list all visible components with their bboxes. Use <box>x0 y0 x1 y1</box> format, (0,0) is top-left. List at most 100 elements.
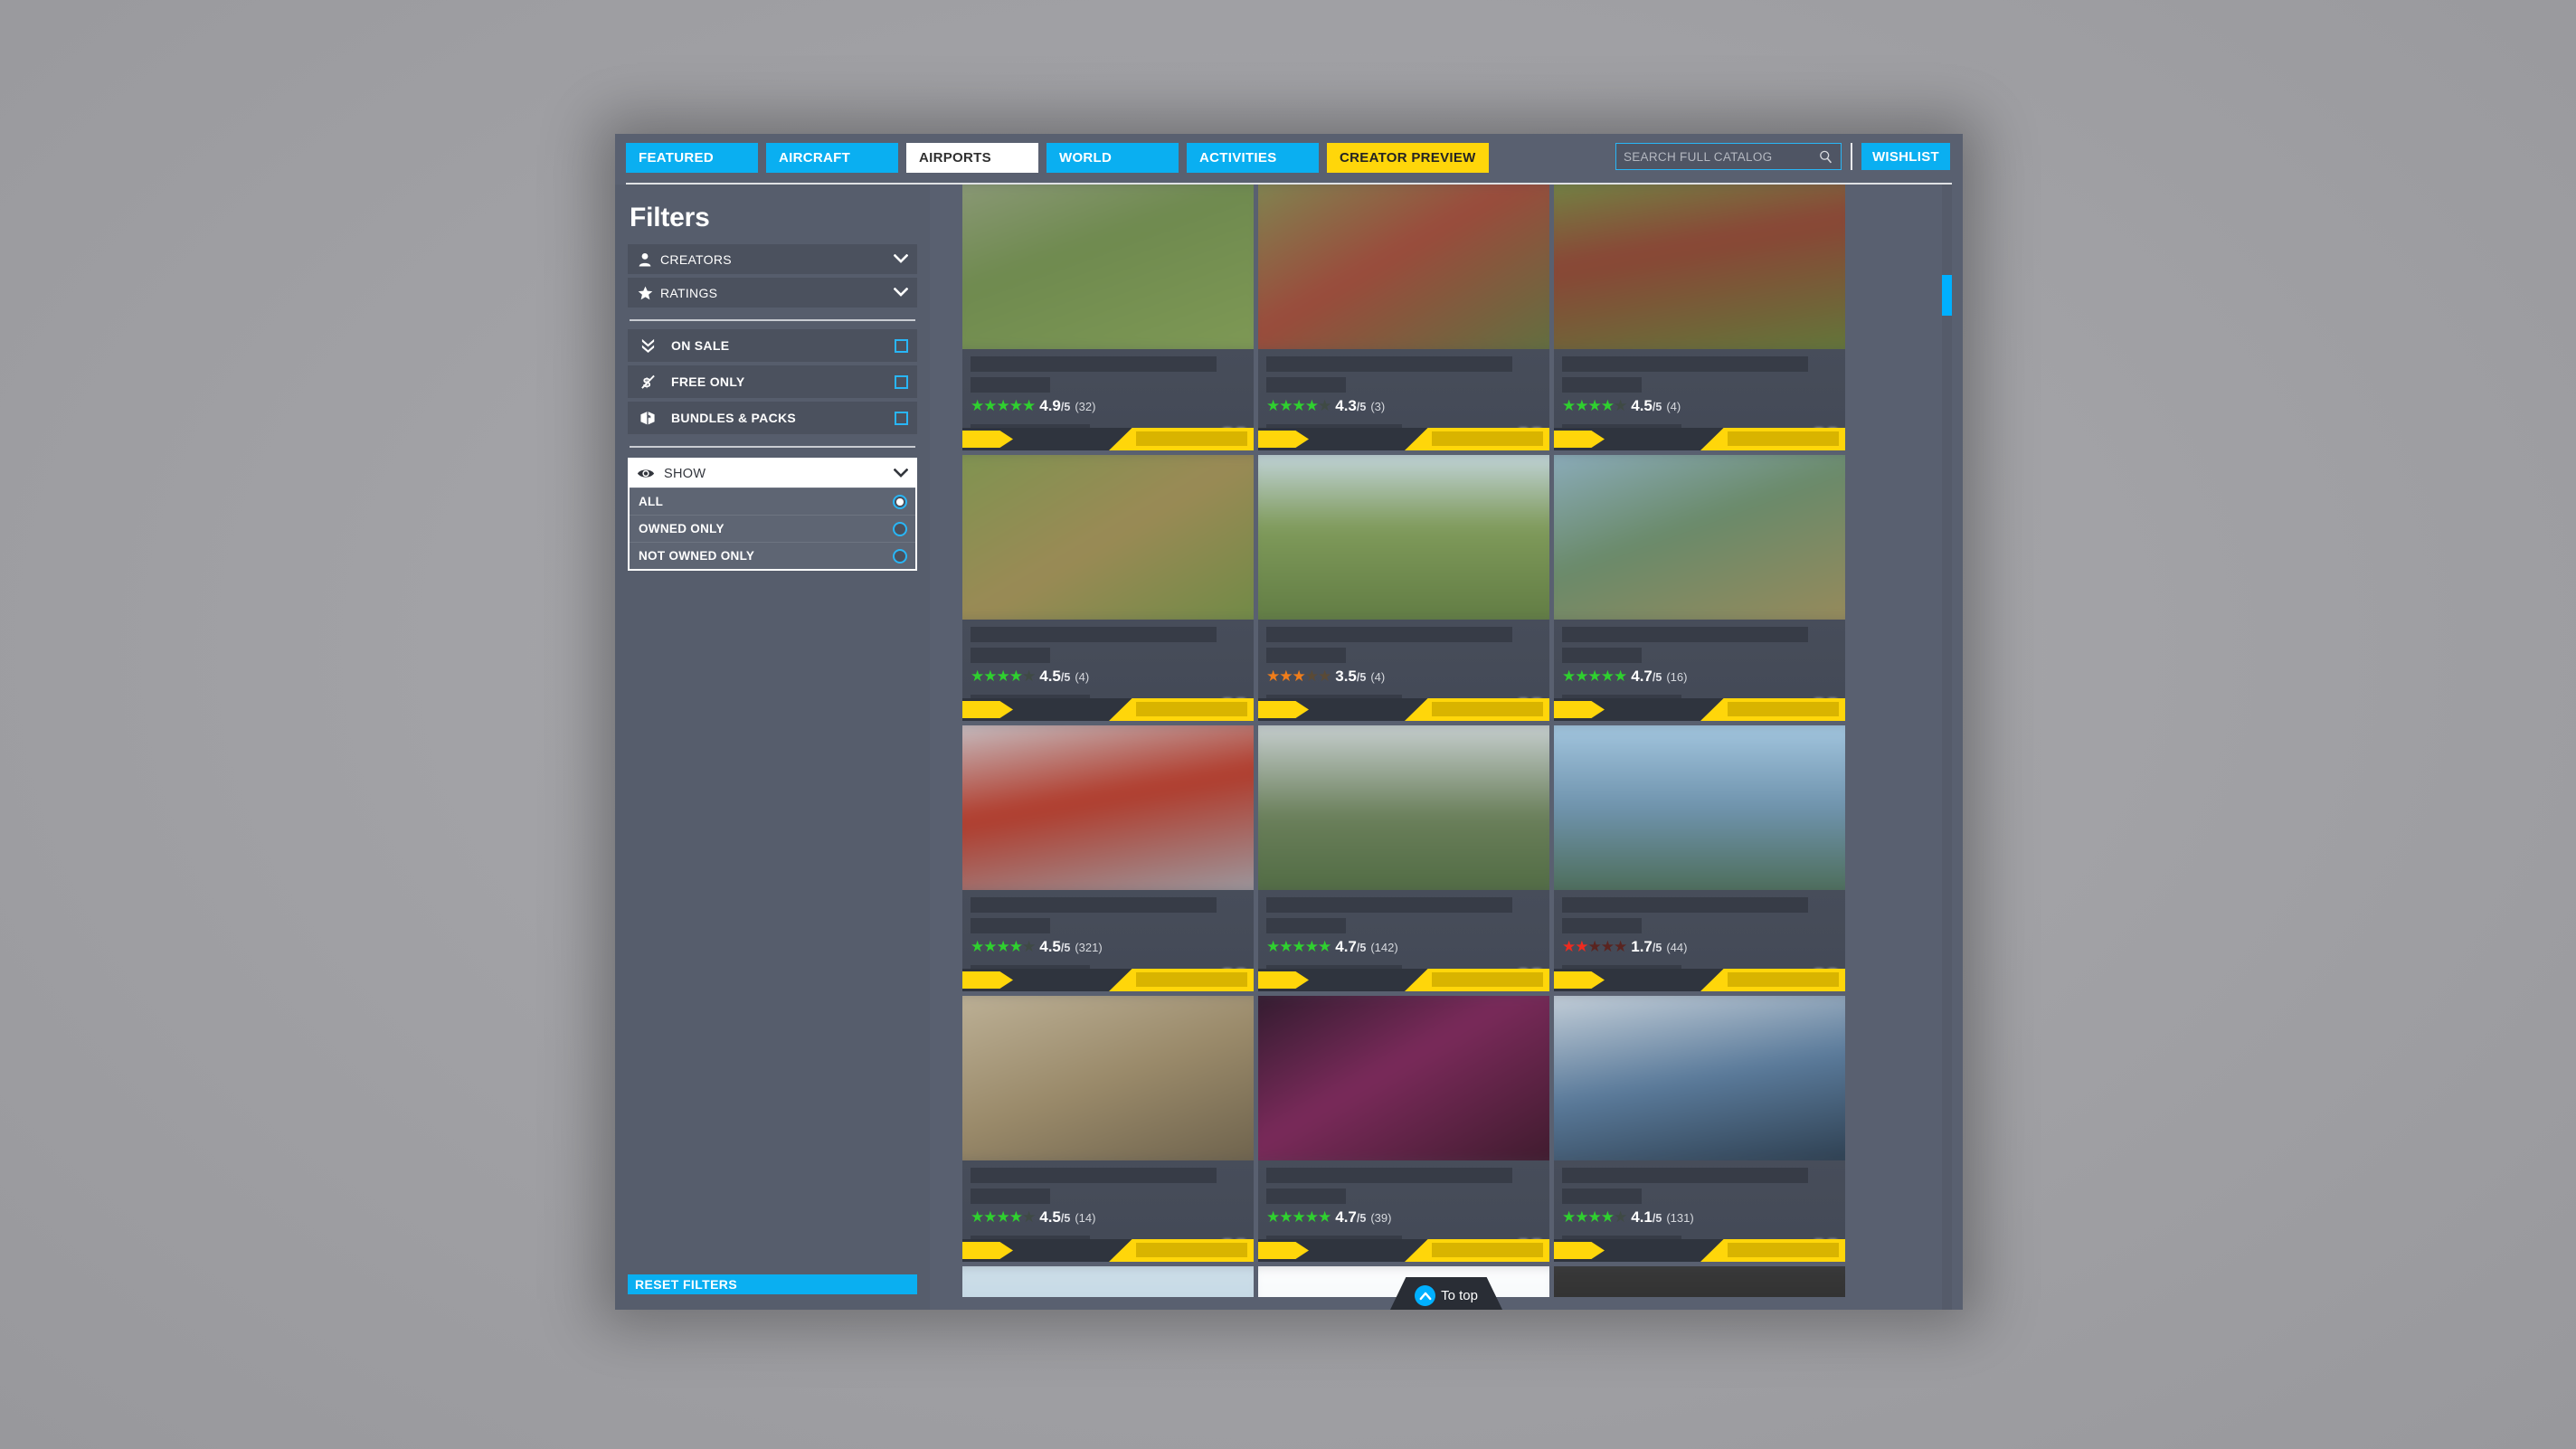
buy-button[interactable] <box>1700 1239 1845 1262</box>
product-thumbnail <box>1258 725 1549 900</box>
product-title-redacted <box>1562 897 1808 913</box>
product-title-redacted <box>1562 356 1808 372</box>
product-card[interactable]: ★★★★★ 4.5/5 (4) <box>1554 185 1845 450</box>
reset-filters-button[interactable]: RESET FILTERS <box>628 1274 917 1294</box>
buy-button[interactable] <box>1700 969 1845 991</box>
radio-option-all[interactable]: ALL <box>630 488 915 515</box>
nav-tab-activities[interactable]: ACTIVITIES <box>1187 143 1319 173</box>
product-thumbnail <box>1554 996 1845 1170</box>
star-rating-icons: ★★★★★ <box>1562 668 1627 685</box>
buy-button[interactable] <box>1405 698 1549 721</box>
show-dropdown-header[interactable]: SHOW <box>630 459 915 488</box>
product-card[interactable]: ★★★★★ 4.7/5 (16) <box>1554 455 1845 721</box>
rating-count: (14) <box>1075 1211 1096 1225</box>
product-creator-redacted <box>971 1189 1050 1204</box>
product-meta: ★★★★★ 4.5/5 (4) <box>1554 349 1845 450</box>
reset-filters-wrapper: RESET FILTERS <box>628 1274 917 1310</box>
product-meta: ★★★★★ 4.7/5 (16) <box>1554 620 1845 721</box>
price-bar <box>962 969 1254 991</box>
buy-button[interactable] <box>1109 1239 1254 1262</box>
filter-label: RATINGS <box>660 285 718 300</box>
product-card[interactable]: ★★★★★ 4.5/5 (321) <box>962 725 1254 991</box>
nav-tab-airports[interactable]: AIRPORTS <box>906 143 1038 173</box>
scrollbar-thumb[interactable] <box>1942 275 1952 316</box>
product-card[interactable]: ★★★★★ 4.7/5 (142) <box>1258 725 1549 991</box>
product-meta: ★★★★★ 1.7/5 (44) <box>1554 890 1845 991</box>
rating-denominator: /5 <box>1060 671 1071 684</box>
filter-checkbox-free-only[interactable]: $ FREE ONLY <box>628 365 917 398</box>
product-card[interactable]: ★★★★★ 4.7/5 (39) <box>1258 996 1549 1262</box>
product-creator-redacted <box>1266 377 1346 393</box>
sale-tag <box>1258 971 1309 989</box>
checkbox-free-only[interactable] <box>895 374 908 389</box>
nav-tab-creator-preview[interactable]: CREATOR PREVIEW <box>1327 143 1489 173</box>
filter-label: FREE ONLY <box>671 374 745 389</box>
product-rating: ★★★★★ 4.5/5 (4) <box>1562 398 1837 416</box>
filter-dropdown-ratings[interactable]: RATINGS <box>628 278 917 308</box>
chevron-up-icon <box>1415 1284 1436 1306</box>
sale-tag <box>962 701 1013 718</box>
nav-tab-featured[interactable]: FEATURED <box>626 143 758 173</box>
rating-value: 4.1 <box>1631 1208 1653 1226</box>
product-card[interactable]: ★★★★★ 4.9/5 (32) <box>962 185 1254 450</box>
rating-denominator: /5 <box>1060 401 1071 413</box>
page-title: Filters <box>630 203 710 232</box>
product-card[interactable]: ★★★★★ 4.3/5 (3) <box>1258 185 1549 450</box>
star-rating-icons: ★★★★★ <box>1266 668 1331 685</box>
buy-button[interactable] <box>1700 698 1845 721</box>
nav-tab-world[interactable]: WORLD <box>1046 143 1179 173</box>
buy-button[interactable] <box>1109 969 1254 991</box>
product-creator-redacted <box>1266 918 1346 933</box>
nav-right-group: WISHLIST <box>1615 143 1950 170</box>
sale-tag <box>1258 701 1309 718</box>
radio-button-not-owned-only[interactable] <box>893 548 907 564</box>
product-meta: ★★★★★ 4.9/5 (32) <box>962 349 1254 450</box>
filter-label: CREATORS <box>660 251 732 267</box>
radio-option-not-owned-only[interactable]: NOT OWNED ONLY <box>630 542 915 569</box>
buy-button[interactable] <box>1405 1239 1549 1262</box>
search-box[interactable] <box>1615 143 1842 170</box>
buy-button[interactable] <box>1109 428 1254 450</box>
filter-dropdown-creators[interactable]: CREATORS <box>628 244 917 274</box>
product-card[interactable]: ★★★★★ 4.5/5 (4) <box>962 455 1254 721</box>
product-thumbnail <box>1554 185 1845 359</box>
buy-button[interactable] <box>1700 428 1845 450</box>
checkbox-bundles-packs[interactable] <box>895 411 908 425</box>
buy-button[interactable] <box>1405 428 1549 450</box>
product-creator-redacted <box>1266 1189 1346 1204</box>
wishlist-button[interactable]: WISHLIST <box>1861 143 1950 170</box>
radio-button-all[interactable] <box>893 494 907 509</box>
rating-count: (32) <box>1075 400 1096 413</box>
buy-button[interactable] <box>1109 698 1254 721</box>
product-rating: ★★★★★ 1.7/5 (44) <box>1562 939 1837 957</box>
product-card[interactable]: ★★★★★ 4.5/5 (14) <box>962 996 1254 1262</box>
product-rating: ★★★★★ 3.5/5 (4) <box>1266 668 1541 687</box>
star-rating-icons: ★★★★★ <box>971 397 1036 414</box>
grid-scrollbar[interactable] <box>1942 185 1952 1310</box>
to-top-button[interactable]: To top <box>1390 1277 1502 1310</box>
eye-icon <box>637 468 658 479</box>
price-bar <box>1258 698 1549 721</box>
product-card[interactable]: ★★★★★ 4.1/5 (131) <box>1554 996 1845 1262</box>
checkbox-on-sale[interactable] <box>895 338 908 353</box>
product-card-partial[interactable] <box>1554 1266 1845 1297</box>
price-bar <box>1554 428 1845 450</box>
product-card-partial[interactable] <box>962 1266 1254 1297</box>
product-creator-redacted <box>971 918 1050 933</box>
product-creator-redacted <box>1562 648 1642 663</box>
price-bar <box>1554 969 1845 991</box>
radio-option-owned-only[interactable]: OWNED ONLY <box>630 515 915 542</box>
top-navigation-bar: FEATURED AIRCRAFT AIRPORTS WORLD ACTIVITIES C… <box>615 134 1963 185</box>
filter-checkbox-on-sale[interactable]: ON SALE <box>628 329 917 362</box>
buy-button[interactable] <box>1405 969 1549 991</box>
sale-tag <box>962 431 1013 448</box>
filter-checkbox-bundles-packs[interactable]: BUNDLES & PACKS <box>628 402 917 434</box>
nav-tab-aircraft[interactable]: AIRCRAFT <box>766 143 898 173</box>
product-rating: ★★★★★ 4.5/5 (14) <box>971 1209 1245 1227</box>
product-card[interactable]: ★★★★★ 3.5/5 (4) <box>1258 455 1549 721</box>
sale-tag <box>962 1242 1013 1259</box>
radio-button-owned-only[interactable] <box>893 521 907 536</box>
product-card[interactable]: ★★★★★ 1.7/5 (44) <box>1554 725 1845 991</box>
search-input[interactable] <box>1623 144 1814 169</box>
rating-count: (44) <box>1666 941 1688 954</box>
